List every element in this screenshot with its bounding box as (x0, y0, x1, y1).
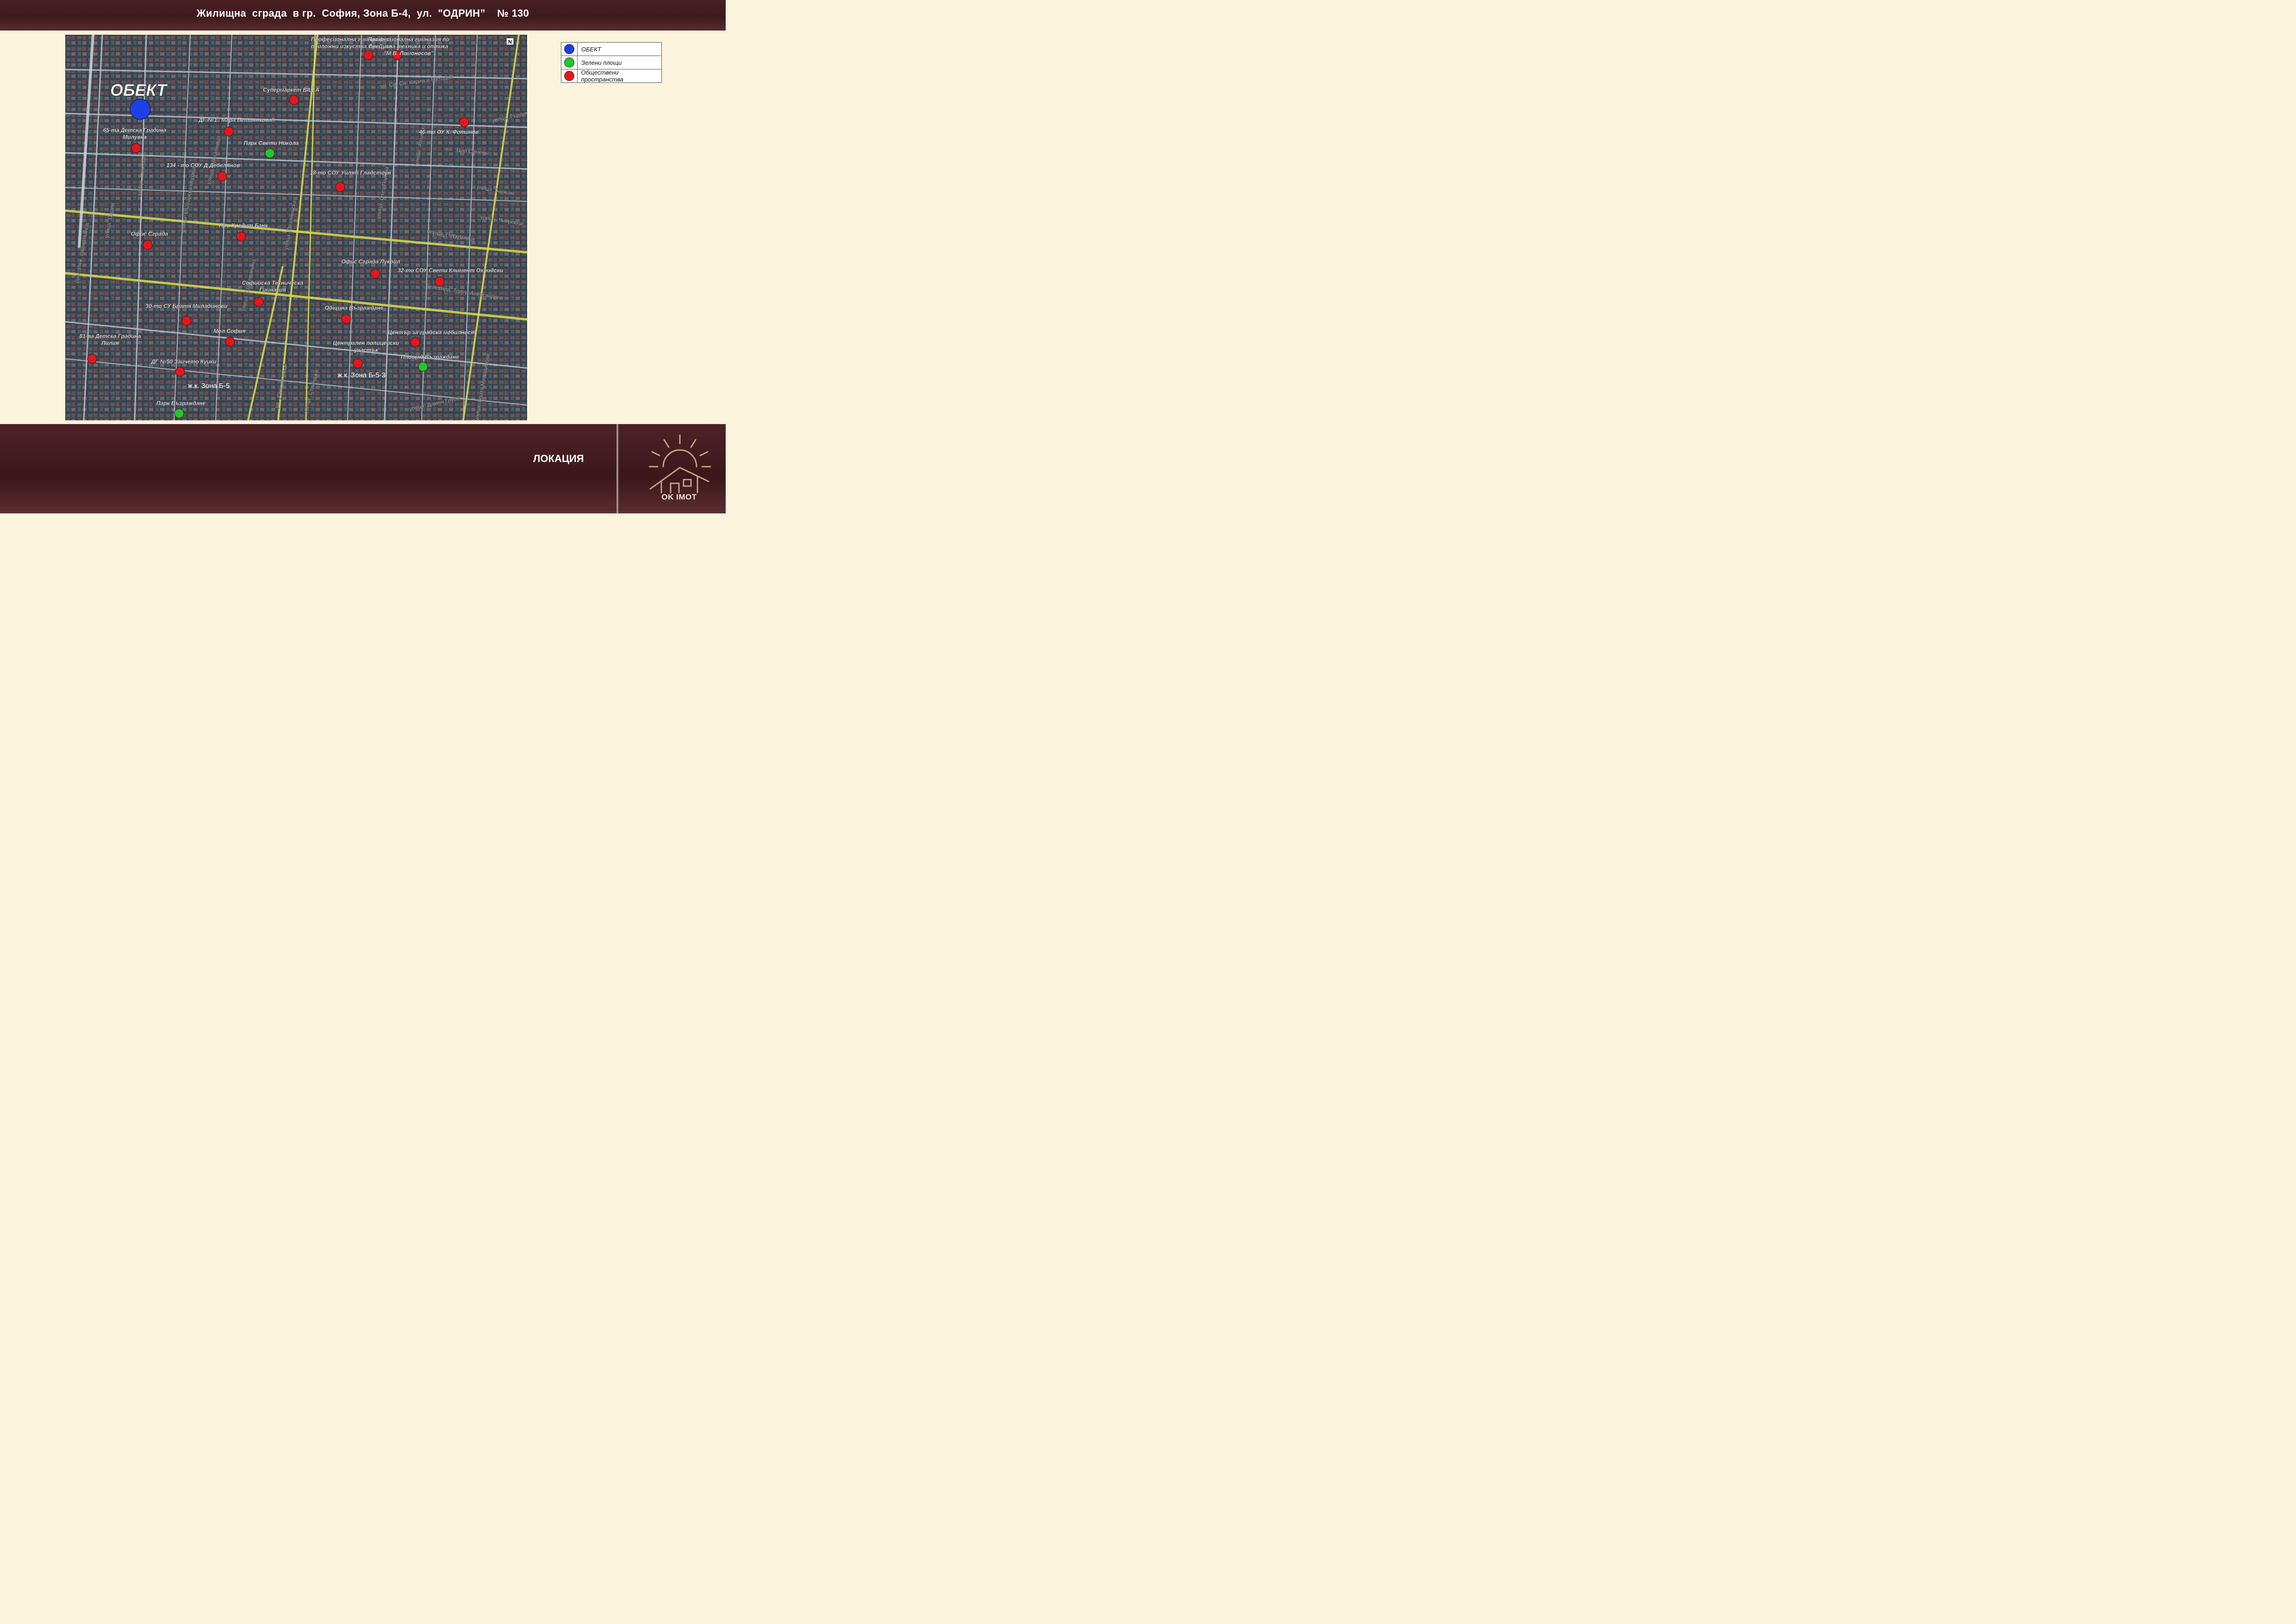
poi-marker-public[interactable] (217, 171, 227, 181)
company-logo: OK IMOT (646, 433, 713, 507)
logo-text: OK IMOT (661, 493, 697, 501)
poi-marker-public[interactable] (225, 337, 235, 347)
poi-label: Про Кредит Банк (219, 222, 268, 229)
poi-marker-public[interactable] (236, 231, 246, 242)
poi-label: Супермаркет BILLA (263, 87, 319, 93)
location-map[interactable]: ул. Св. Св. Кирил и Методий улица „Гърдим… (65, 35, 527, 420)
map-legend: ОБЕКТ Зелени площи Обществени пространст… (561, 42, 662, 83)
poi-marker-public[interactable] (181, 316, 192, 326)
poi-marker-public[interactable] (410, 337, 420, 347)
legend-row-public: Обществени пространства (561, 69, 661, 83)
legend-object-dot (564, 44, 574, 54)
legend-label: Обществени пространства (581, 69, 623, 83)
legend-row-green: Зелени площи (561, 56, 661, 69)
poi-marker-public[interactable] (131, 143, 141, 153)
footer-bar: ЛОКАЦИЯ OK IMOT (0, 424, 726, 513)
poi-label: Парк Свети Никола (243, 140, 299, 146)
poi-marker-public[interactable] (370, 269, 380, 279)
poi-marker-public[interactable] (224, 126, 234, 137)
poi-marker-public[interactable] (87, 354, 97, 364)
map-canvas: ул. Св. Св. Кирил и Методийулица „Гърдим… (65, 35, 527, 420)
poi-marker-public[interactable] (459, 117, 469, 127)
poi-label: 46-то ОУ К. Фотинов (418, 129, 479, 135)
poi-label: Община Възраждане (325, 305, 384, 311)
legend-public-dot (564, 71, 574, 81)
poi-marker-public[interactable] (341, 314, 351, 324)
poi-marker-public[interactable] (363, 50, 373, 60)
footer-divider (616, 424, 618, 513)
poi-label: Парк Възраждане (156, 400, 206, 406)
object-marker[interactable] (130, 99, 151, 120)
poi-marker-public[interactable] (175, 367, 185, 377)
north-icon: N (508, 39, 512, 45)
poi-label: 18-то СОУ Уилям Гладстоун (310, 169, 391, 176)
poi-marker-green[interactable] (418, 362, 428, 372)
poi-marker-public[interactable] (254, 297, 264, 307)
header-bar: Жилищна сграда в гр. София, Зона Б-4, ул… (0, 0, 726, 31)
poi-marker-public[interactable] (143, 240, 153, 250)
poi-label: 30-то СУ Братя Миладинови (145, 303, 228, 309)
poi-label: Мол София (213, 328, 245, 334)
north-indicator: N (506, 37, 514, 45)
legend-label: ОБЕКТ (581, 45, 601, 53)
legend-green-dot (564, 57, 574, 68)
poi-marker-public[interactable] (335, 182, 345, 192)
district-label: ж.к. Зона Б-5-3 (337, 371, 386, 379)
poi-marker-public[interactable] (353, 358, 363, 369)
poi-marker-green[interactable] (174, 408, 184, 418)
poi-label: Офис Сграда (131, 231, 168, 237)
poi-label: ДГ №1 "Мара Петлянкова" (198, 117, 274, 123)
poi-label: Офис Сграда Лукойл (341, 258, 400, 265)
poi-label: ДГ №50 Зайчето Куики (151, 358, 217, 365)
page-title: Жилищна сграда в гр. София, Зона Б-4, ул… (196, 7, 529, 19)
poi-marker-public[interactable] (289, 95, 299, 105)
district-label: ж.к. Зона Б-5 (188, 382, 230, 390)
poi-label: 134 - то СОУ Д.Дебелянов (167, 162, 240, 169)
poi-label: Площад Възраждане (401, 354, 459, 360)
legend-row-object: ОБЕКТ (561, 43, 661, 56)
section-label: ЛОКАЦИЯ (533, 453, 584, 464)
poi-label: 32-то СОУ Свети Климент Охридски (398, 267, 504, 274)
poi-marker-public[interactable] (435, 276, 445, 287)
poi-marker-green[interactable] (265, 148, 275, 158)
poi-label: Център за градска мобилност (388, 329, 476, 336)
object-label: ОБЕКТ (110, 81, 168, 100)
legend-label: Зелени площи (581, 59, 622, 66)
